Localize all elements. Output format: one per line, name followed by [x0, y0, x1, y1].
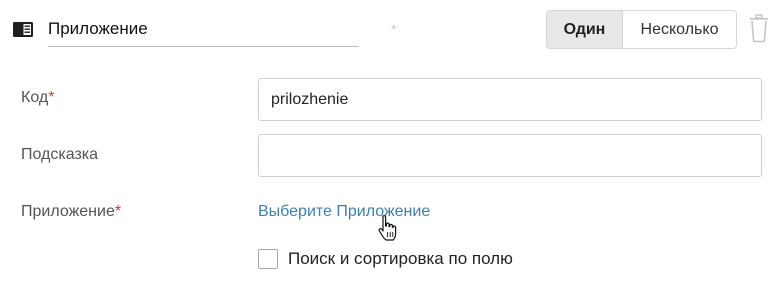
code-label: Код* — [21, 89, 55, 106]
field-type-icon — [13, 22, 33, 37]
required-toggle-icon[interactable]: * — [391, 22, 396, 36]
required-star: * — [114, 203, 122, 220]
app-label: Приложение* — [21, 203, 122, 220]
search-sort-checkbox[interactable] — [258, 249, 278, 269]
search-sort-label[interactable]: Поиск и сортировка по полю — [288, 249, 513, 269]
hint-input[interactable] — [258, 134, 762, 177]
mode-segmented-control: Один Несколько — [546, 10, 737, 49]
select-app-link[interactable]: Выберите Приложение — [258, 203, 430, 221]
hint-label: Подсказка — [21, 146, 99, 163]
trash-icon[interactable] — [748, 13, 770, 43]
required-star: * — [48, 89, 55, 106]
mode-multiple-button[interactable]: Несколько — [623, 11, 736, 48]
field-name-input[interactable]: Приложение — [48, 10, 359, 47]
hand-cursor-icon — [377, 214, 399, 242]
code-input[interactable]: prilozhenie — [258, 78, 762, 121]
mode-single-button[interactable]: Один — [547, 11, 623, 48]
